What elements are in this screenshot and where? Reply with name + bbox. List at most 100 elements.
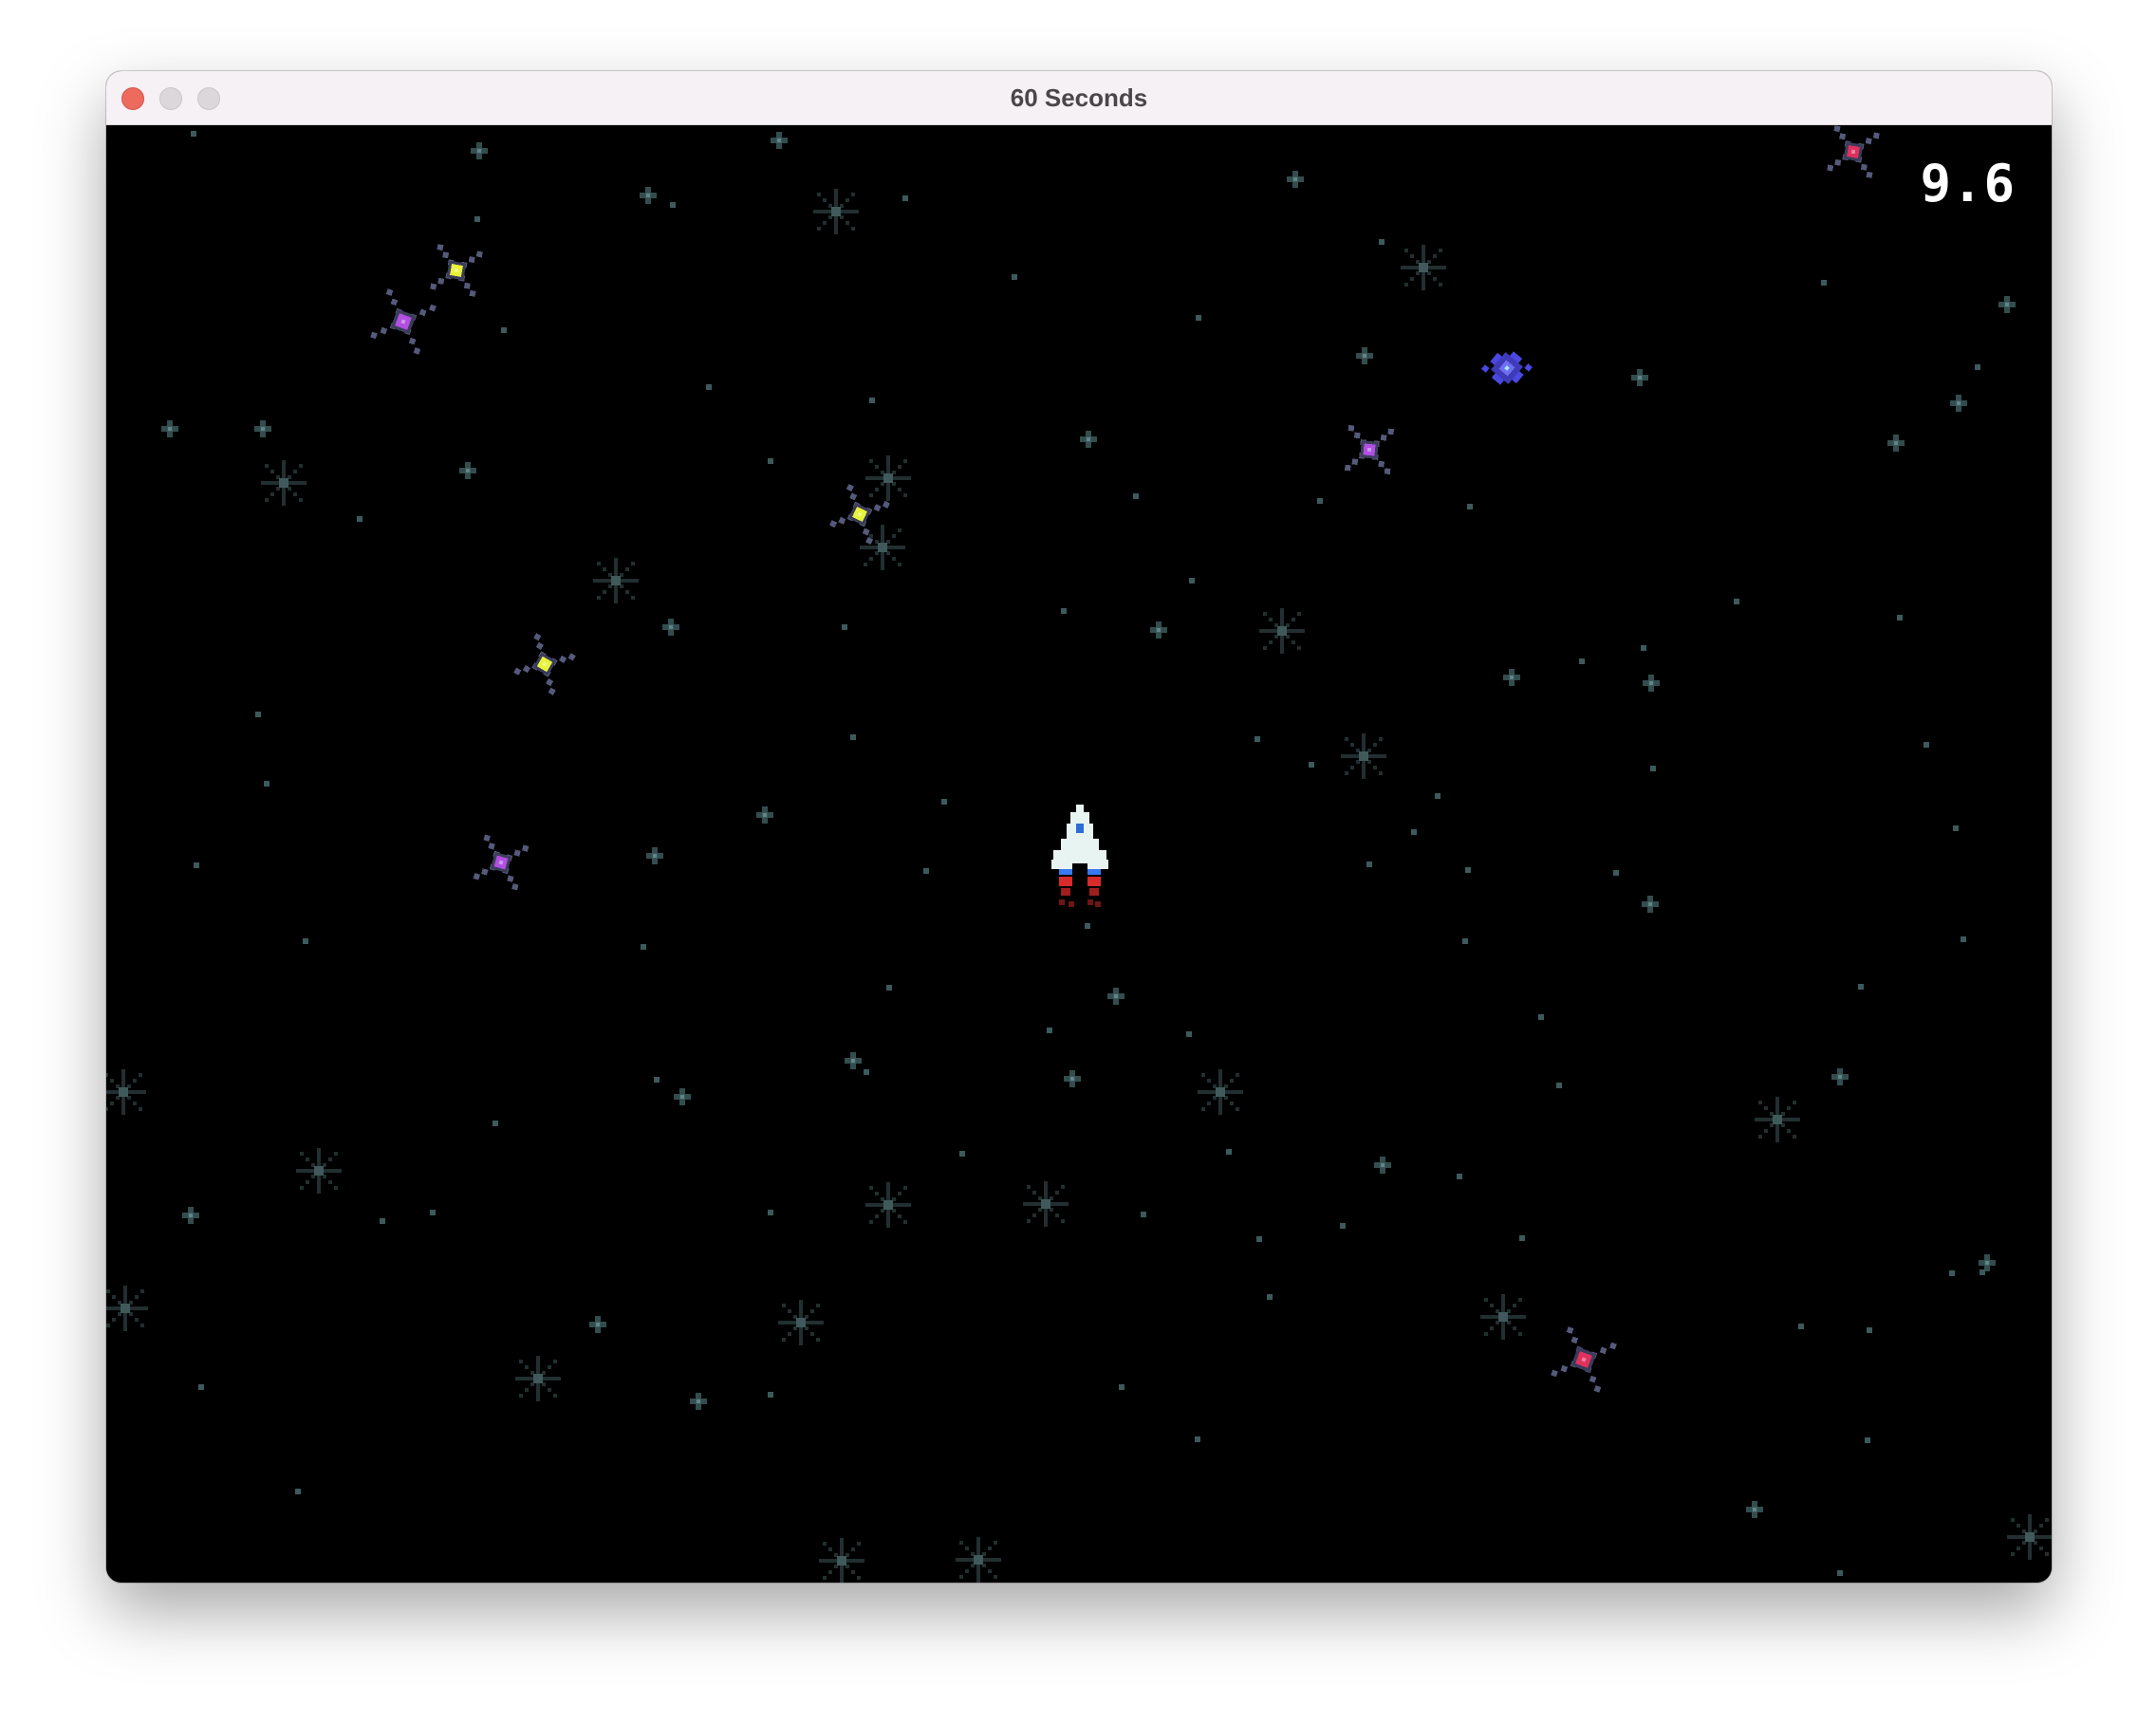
star-icon	[1198, 1069, 1243, 1115]
star-icon	[1837, 1570, 1843, 1576]
star-icon	[1374, 1157, 1391, 1174]
star-icon	[756, 806, 773, 824]
title-bar[interactable]: 60 Seconds	[106, 71, 2052, 125]
star-icon	[1356, 347, 1373, 364]
star-icon	[357, 516, 362, 522]
star-icon	[194, 862, 199, 868]
star-icon	[1642, 896, 1659, 913]
star-icon	[474, 216, 480, 222]
star-icon	[593, 558, 639, 603]
game-scene	[106, 125, 2052, 1583]
star-icon	[1465, 867, 1471, 873]
star-icon	[1195, 1436, 1200, 1442]
star-icon	[1186, 1031, 1192, 1037]
star-icon	[1023, 1181, 1069, 1227]
star-icon	[471, 142, 488, 159]
star-icon	[1462, 938, 1468, 944]
star-icon	[1287, 171, 1304, 188]
star-icon	[1998, 296, 2016, 313]
star-icon	[1979, 1254, 1996, 1271]
star-icon	[1012, 274, 1017, 280]
star-icon	[1798, 1324, 1804, 1329]
star-icon	[1064, 1070, 1081, 1087]
star-icon	[1366, 862, 1372, 867]
star-icon	[865, 1182, 911, 1228]
star-icon	[1141, 1212, 1146, 1217]
star-icon	[1865, 1437, 1870, 1443]
star-icon	[923, 868, 929, 874]
star-icon	[886, 985, 892, 991]
star-icon	[1631, 369, 1648, 386]
star-icon	[1503, 669, 1520, 686]
star-icon	[1961, 936, 1966, 942]
star-icon	[501, 327, 507, 333]
star-icon	[264, 781, 270, 787]
enemy-layer	[370, 125, 1880, 1393]
star-icon	[1267, 1294, 1273, 1300]
star-icon	[1340, 1223, 1346, 1229]
star-icon	[768, 1210, 773, 1215]
star-icon	[956, 1537, 1001, 1583]
star-icon	[768, 458, 773, 464]
star-icon	[1256, 1236, 1262, 1242]
purple-enemy-icon	[1344, 424, 1395, 475]
star-icon	[1641, 645, 1646, 651]
star-icon	[819, 1538, 864, 1583]
star-icon	[865, 455, 911, 501]
ship-icon	[1051, 805, 1108, 907]
star-icon	[1196, 315, 1201, 321]
star-icon	[106, 1286, 148, 1331]
star-icon	[1047, 1028, 1052, 1033]
star-icon	[842, 624, 847, 630]
star-icon	[1556, 1083, 1562, 1088]
star-icon	[254, 420, 271, 437]
star-icon	[1579, 658, 1585, 664]
game-window: 60 Seconds 9.6	[106, 71, 2052, 1583]
star-icon	[674, 1088, 691, 1105]
star-icon	[768, 1392, 773, 1398]
star-icon	[1085, 923, 1090, 929]
window-title: 60 Seconds	[1010, 83, 1148, 112]
star-icon	[941, 799, 947, 805]
star-icon	[1897, 615, 1903, 621]
star-icon	[706, 384, 712, 390]
star-icon	[191, 131, 196, 137]
yellow-enemy-icon	[513, 633, 576, 695]
blue-enemy-icon	[1481, 351, 1533, 385]
star-icon	[1317, 498, 1323, 504]
star-icon	[778, 1300, 824, 1345]
star-icon	[646, 847, 663, 864]
star-icon	[1080, 431, 1097, 448]
star-icon	[1379, 239, 1385, 245]
star-icon	[864, 1069, 869, 1075]
star-icon	[1480, 1294, 1526, 1340]
player-layer	[1051, 805, 1108, 907]
game-canvas[interactable]: 9.6	[106, 125, 2052, 1583]
star-icon	[690, 1393, 707, 1410]
star-icon	[295, 1489, 301, 1494]
purple-enemy-icon	[473, 834, 530, 891]
star-icon	[261, 460, 307, 506]
star-icon	[1061, 608, 1067, 614]
star-icon	[1734, 599, 1739, 604]
star-icon	[1119, 1384, 1124, 1390]
star-icon	[296, 1148, 342, 1194]
star-icon	[161, 420, 178, 437]
star-icon	[1924, 742, 1929, 748]
star-icon	[670, 202, 676, 208]
star-icon	[640, 187, 657, 204]
star-icon	[1613, 870, 1619, 876]
star-icon	[1189, 578, 1195, 584]
star-icon	[1259, 608, 1305, 654]
star-icon	[1858, 984, 1864, 990]
star-icon	[850, 734, 856, 740]
star-icon	[430, 1210, 436, 1215]
star-icon	[1309, 762, 1314, 768]
star-icon	[1411, 829, 1417, 835]
star-icon	[2007, 1514, 2052, 1560]
star-icon	[1746, 1501, 1763, 1518]
star-icon	[1255, 736, 1260, 742]
star-icon	[662, 619, 679, 636]
star-icon	[1107, 988, 1124, 1005]
star-icon	[493, 1121, 498, 1126]
